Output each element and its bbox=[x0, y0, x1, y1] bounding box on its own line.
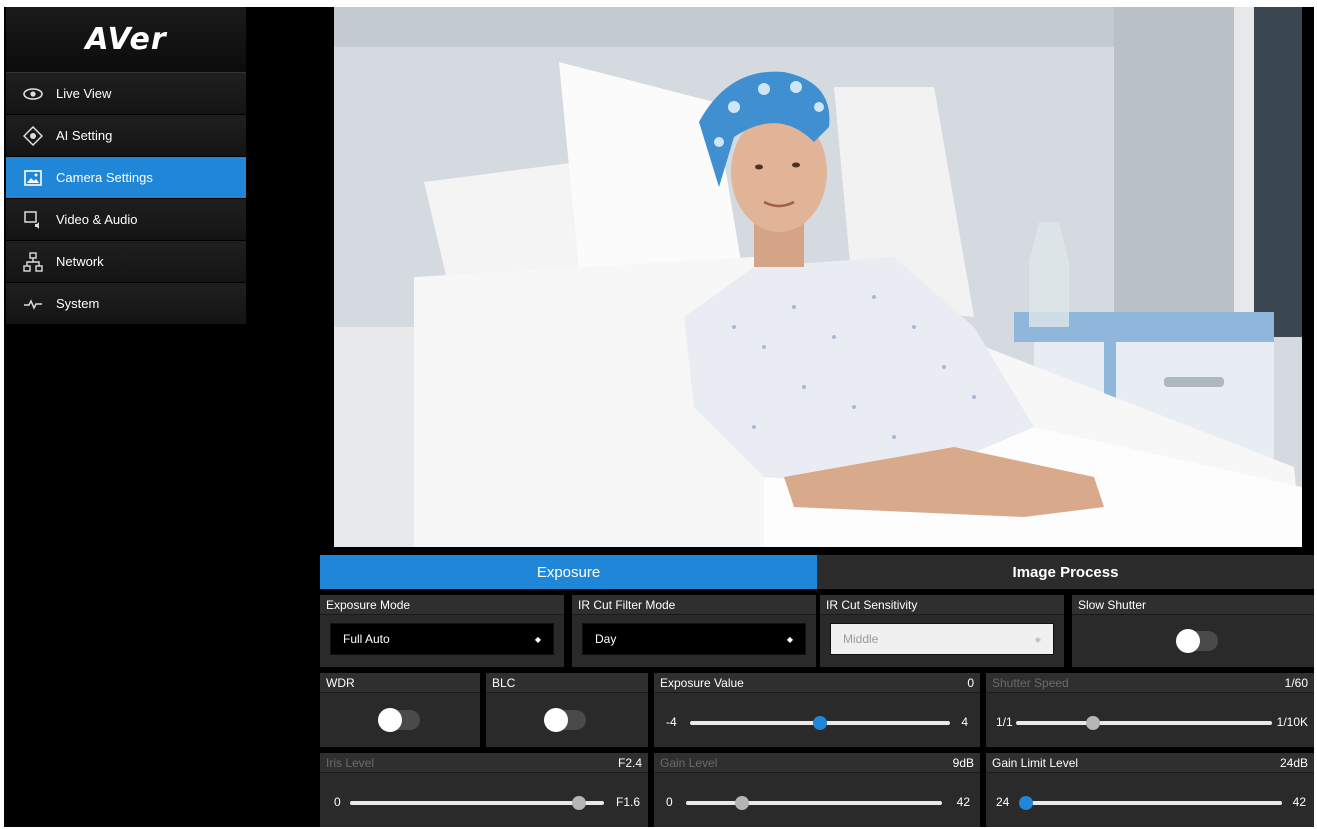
gain-level-slider[interactable] bbox=[686, 794, 942, 812]
exposure-value-slider[interactable] bbox=[690, 714, 950, 732]
sidebar-item-system[interactable]: System bbox=[6, 283, 246, 325]
ir-cut-sensitivity-cell: IR Cut Sensitivity Middle ◆ bbox=[820, 595, 1064, 667]
iris-level-min: 0 bbox=[334, 795, 341, 809]
sidebar-item-camera-settings[interactable]: Camera Settings bbox=[6, 157, 246, 199]
network-icon bbox=[22, 251, 44, 273]
eye-icon bbox=[22, 83, 44, 105]
exposure-value-cell: Exposure Value 0 -4 4 bbox=[654, 673, 980, 747]
app-window: AVer Live View AI Setting Camera Setting… bbox=[4, 7, 1314, 827]
camera-live-video bbox=[334, 7, 1302, 547]
shutter-speed-slider[interactable] bbox=[1016, 714, 1272, 732]
sidebar-item-label: AI Setting bbox=[56, 128, 113, 143]
sidebar-item-video-audio[interactable]: Video & Audio bbox=[6, 199, 246, 241]
wdr-toggle[interactable] bbox=[378, 708, 420, 732]
gain-level-label: Gain Level bbox=[660, 756, 718, 770]
iris-level-readout: F2.4 bbox=[617, 756, 642, 770]
sidebar-item-label: System bbox=[56, 296, 100, 311]
iris-level-max: F1.6 bbox=[615, 795, 640, 809]
select-arrow-icon: ◆ bbox=[1034, 635, 1041, 644]
gain-level-max: 42 bbox=[956, 795, 970, 809]
gain-level-cell: Gain Level 9dB 0 42 bbox=[654, 753, 980, 827]
sidebar-item-label: Video & Audio bbox=[56, 212, 138, 227]
slider-thumb[interactable] bbox=[735, 796, 750, 810]
exposure-mode-label: Exposure Mode bbox=[326, 598, 411, 612]
exposure-mode-select[interactable]: Full Auto ◆ bbox=[330, 623, 554, 655]
sidebar-item-live-view[interactable]: Live View bbox=[6, 73, 246, 115]
slider-thumb[interactable] bbox=[1085, 716, 1100, 730]
shutter-speed-min: 1/1 bbox=[996, 715, 1013, 729]
exposure-value-readout: 0 bbox=[967, 676, 974, 690]
exposure-mode-cell: Exposure Mode Full Auto ◆ bbox=[320, 595, 564, 667]
slow-shutter-toggle[interactable] bbox=[1176, 629, 1218, 653]
tab-image-process[interactable]: Image Process bbox=[817, 555, 1314, 589]
shutter-speed-cell: Shutter Speed 1/60 1/1 1/10K bbox=[986, 673, 1314, 747]
iris-level-label: Iris Level bbox=[326, 756, 375, 770]
exposure-value-label: Exposure Value bbox=[660, 676, 744, 690]
gain-limit-level-min: 24 bbox=[996, 795, 1010, 809]
shutter-speed-max: 1/10K bbox=[1276, 715, 1308, 729]
slow-shutter-label: Slow Shutter bbox=[1078, 598, 1147, 612]
sidebar-item-label: Live View bbox=[56, 86, 112, 101]
slider-thumb[interactable] bbox=[813, 716, 827, 730]
ir-cut-sensitivity-select[interactable]: Middle ◆ bbox=[830, 623, 1054, 655]
shutter-speed-readout: 1/60 bbox=[1284, 676, 1308, 690]
iris-level-cell: Iris Level F2.4 0 F1.6 bbox=[320, 753, 648, 827]
gain-limit-level-slider[interactable] bbox=[1019, 794, 1282, 812]
ir-cut-filter-mode-label: IR Cut Filter Mode bbox=[578, 598, 676, 612]
video-audio-icon bbox=[22, 209, 44, 231]
gain-limit-level-label: Gain Limit Level bbox=[992, 756, 1079, 770]
hospital-room-image bbox=[334, 7, 1302, 547]
image-icon bbox=[22, 167, 44, 189]
pulse-icon bbox=[22, 293, 44, 315]
gain-limit-level-max: 42 bbox=[1292, 795, 1306, 809]
gain-limit-level-readout: 24dB bbox=[1279, 756, 1308, 770]
sidebar-item-network[interactable]: Network bbox=[6, 241, 246, 283]
slow-shutter-cell: Slow Shutter bbox=[1072, 595, 1314, 667]
iris-level-slider[interactable] bbox=[350, 794, 604, 812]
aver-logo: AVer bbox=[6, 7, 246, 73]
tab-exposure[interactable]: Exposure bbox=[320, 555, 817, 589]
ir-cut-sensitivity-label: IR Cut Sensitivity bbox=[826, 598, 918, 612]
wdr-cell: WDR bbox=[320, 673, 480, 747]
blc-toggle[interactable] bbox=[544, 708, 586, 732]
gain-limit-level-cell: Gain Limit Level 24dB 24 42 bbox=[986, 753, 1314, 827]
camera-settings-panel: Exposure Image Process Exposure Mode Ful… bbox=[320, 555, 1314, 827]
slider-thumb[interactable] bbox=[1019, 796, 1033, 810]
wdr-label: WDR bbox=[326, 676, 355, 690]
gain-level-min: 0 bbox=[666, 795, 673, 809]
ir-cut-filter-mode-cell: IR Cut Filter Mode Day ◆ bbox=[572, 595, 816, 667]
exposure-value-max: 4 bbox=[961, 715, 968, 729]
exposure-value-min: -4 bbox=[666, 715, 677, 729]
shutter-speed-label: Shutter Speed bbox=[992, 676, 1069, 690]
select-arrow-icon: ◆ bbox=[786, 635, 793, 644]
settings-tabs: Exposure Image Process bbox=[320, 555, 1314, 589]
ir-cut-filter-mode-select[interactable]: Day ◆ bbox=[582, 623, 806, 655]
sidebar: AVer Live View AI Setting Camera Setting… bbox=[6, 7, 246, 325]
sidebar-item-label: Camera Settings bbox=[56, 170, 153, 185]
select-arrow-icon: ◆ bbox=[534, 635, 541, 644]
gain-level-readout: 9dB bbox=[952, 756, 974, 770]
sidebar-item-ai-setting[interactable]: AI Setting bbox=[6, 115, 246, 157]
ai-target-icon bbox=[22, 125, 44, 147]
slider-thumb[interactable] bbox=[571, 796, 586, 810]
sidebar-item-label: Network bbox=[56, 254, 104, 269]
blc-label: BLC bbox=[492, 676, 516, 690]
blc-cell: BLC bbox=[486, 673, 648, 747]
